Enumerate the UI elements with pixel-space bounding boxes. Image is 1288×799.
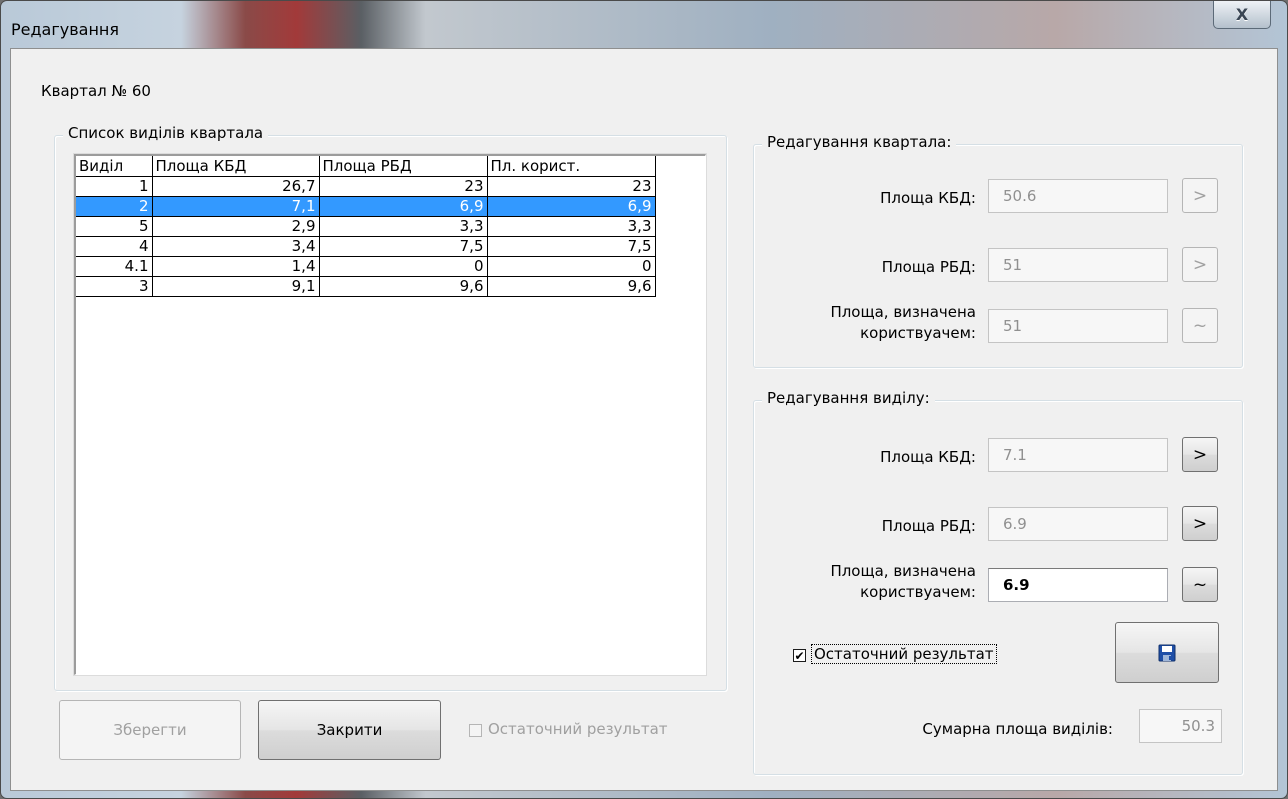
- table-row[interactable]: 4 3,4 7,5 7,5: [76, 235, 656, 257]
- save-button-label: Зберегти: [113, 721, 187, 739]
- window-title: Редагування: [11, 20, 120, 39]
- cell-area-user: 9,6: [486, 275, 656, 297]
- floppy-disk-icon: [1158, 644, 1176, 661]
- tilde-icon: ~: [1192, 315, 1208, 336]
- quarter-user-label-line1: Площа, визначена: [830, 303, 976, 321]
- checkmark-icon: ✔: [794, 648, 805, 663]
- cell-area-rbd: 23: [318, 175, 488, 197]
- cell-section: 4: [76, 235, 153, 257]
- section-kbd-label: Площа КБД:: [880, 448, 976, 466]
- cell-area-kbd: 2,9: [151, 215, 320, 237]
- quarter-rbd-label: Площа РБД:: [881, 258, 976, 276]
- section-rbd-value: 6.9: [1003, 515, 1027, 533]
- close-button-label: Закрити: [316, 721, 383, 739]
- section-edit-group-title: Редагування виділу:: [762, 389, 935, 407]
- table-row[interactable]: 5 2,9 3,3 3,3: [76, 215, 656, 237]
- cell-area-rbd: 9,6: [318, 275, 488, 297]
- tilde-icon: ~: [1192, 574, 1208, 595]
- cell-area-kbd: 1,4: [151, 255, 320, 277]
- section-rbd-apply-button[interactable]: >: [1182, 506, 1218, 541]
- cell-area-kbd: 7,1: [151, 195, 320, 217]
- quarter-rbd-apply-button[interactable]: >: [1182, 247, 1218, 282]
- quarter-user-label-line2: користвуачем:: [860, 324, 976, 342]
- quarter-kbd-value: 50.6: [1003, 187, 1037, 205]
- cell-area-rbd: 7,5: [318, 235, 488, 257]
- quarter-user-apply-button[interactable]: ~: [1182, 308, 1218, 343]
- cell-area-kbd: 3,4: [151, 235, 320, 257]
- sections-table: Виділ Площа КБД Площа РБД Пл. корист. 1 …: [76, 156, 656, 297]
- sections-list-group-title: Список виділів квартала: [63, 124, 269, 142]
- table-row-selected[interactable]: 2 7,1 6,9 6,9: [76, 195, 656, 217]
- dialog-window: Редагування X Квартал № 60 Список виділі…: [0, 0, 1288, 799]
- section-final-result-label[interactable]: Остаточний результат: [811, 644, 997, 664]
- quarter-number-label: Квартал № 60: [41, 82, 151, 100]
- quarter-kbd-label: Площа КБД:: [880, 189, 976, 207]
- cell-section: 4.1: [76, 255, 153, 277]
- cell-section: 5: [76, 215, 153, 237]
- table-row[interactable]: 3 9,1 9,6 9,6: [76, 275, 656, 297]
- cell-area-kbd: 26,7: [151, 175, 320, 197]
- section-kbd-value: 7.1: [1003, 446, 1027, 464]
- close-window-button[interactable]: X: [1213, 1, 1271, 29]
- section-user-label-line1: Площа, визначена: [830, 562, 976, 580]
- sum-area-field[interactable]: 50.3: [1139, 709, 1222, 743]
- cell-area-rbd: 6,9: [318, 195, 488, 217]
- quarter-kbd-field[interactable]: 50.6: [988, 179, 1168, 213]
- section-user-label-line2: користвуачем:: [860, 583, 976, 601]
- quarter-rbd-value: 51: [1003, 256, 1023, 274]
- table-header-row: Виділ Площа КБД Площа РБД Пл. корист.: [76, 156, 656, 177]
- save-button[interactable]: Зберегти: [59, 700, 241, 760]
- cell-area-user: 7,5: [486, 235, 656, 257]
- cell-section: 1: [76, 175, 153, 197]
- column-header-area-kbd[interactable]: Площа КБД: [151, 156, 320, 177]
- cell-section: 2: [76, 195, 153, 217]
- cell-area-user: 6,9: [486, 195, 656, 217]
- quarter-rbd-field[interactable]: 51: [988, 248, 1168, 282]
- chevron-right-icon: >: [1192, 185, 1208, 206]
- section-final-result-checkbox[interactable]: ✔: [793, 649, 806, 662]
- quarter-kbd-apply-button[interactable]: >: [1182, 178, 1218, 213]
- cell-area-user: 23: [486, 175, 656, 197]
- sum-area-label: Сумарна площа виділів:: [922, 720, 1113, 738]
- section-rbd-field[interactable]: 6.9: [988, 507, 1168, 541]
- chevron-right-icon: >: [1192, 254, 1208, 275]
- column-header-area-user[interactable]: Пл. корист.: [486, 156, 656, 177]
- section-user-apply-button[interactable]: ~: [1182, 567, 1218, 602]
- cell-area-kbd: 9,1: [151, 275, 320, 297]
- column-header-section[interactable]: Виділ: [76, 156, 153, 177]
- table-row[interactable]: 1 26,7 23 23: [76, 175, 656, 197]
- section-rbd-label: Площа РБД:: [881, 517, 976, 535]
- close-icon: X: [1235, 5, 1249, 24]
- section-user-field[interactable]: 6.9: [988, 568, 1168, 602]
- quarter-user-field[interactable]: 51: [988, 309, 1168, 343]
- cell-area-rbd: 3,3: [318, 215, 488, 237]
- sections-listbox[interactable]: Виділ Площа КБД Площа РБД Пл. корист. 1 …: [73, 153, 707, 676]
- title-bar[interactable]: Редагування X: [1, 1, 1287, 47]
- chevron-right-icon: >: [1192, 444, 1208, 465]
- table-row[interactable]: 4.1 1,4 0 0: [76, 255, 656, 277]
- dialog-client-area: Квартал № 60 Список виділів квартала Вид…: [10, 48, 1278, 791]
- column-header-area-rbd[interactable]: Площа РБД: [318, 156, 488, 177]
- cell-area-user: 0: [486, 255, 656, 277]
- section-kbd-apply-button[interactable]: >: [1182, 437, 1218, 472]
- footer-final-result-label: Остаточний результат: [488, 720, 668, 738]
- section-kbd-field[interactable]: 7.1: [988, 438, 1168, 472]
- cell-area-rbd: 0: [318, 255, 488, 277]
- sum-area-value: 50.3: [1181, 717, 1215, 735]
- cell-section: 3: [76, 275, 153, 297]
- chevron-right-icon: >: [1192, 513, 1208, 534]
- close-button[interactable]: Закрити: [258, 700, 441, 760]
- section-user-value: 6.9: [1003, 576, 1030, 594]
- quarter-edit-group-title: Редагування квартала:: [762, 133, 957, 151]
- footer-final-result-checkbox[interactable]: [469, 724, 482, 737]
- cell-area-user: 3,3: [486, 215, 656, 237]
- save-section-button[interactable]: [1115, 622, 1219, 683]
- quarter-user-value: 51: [1003, 317, 1023, 335]
